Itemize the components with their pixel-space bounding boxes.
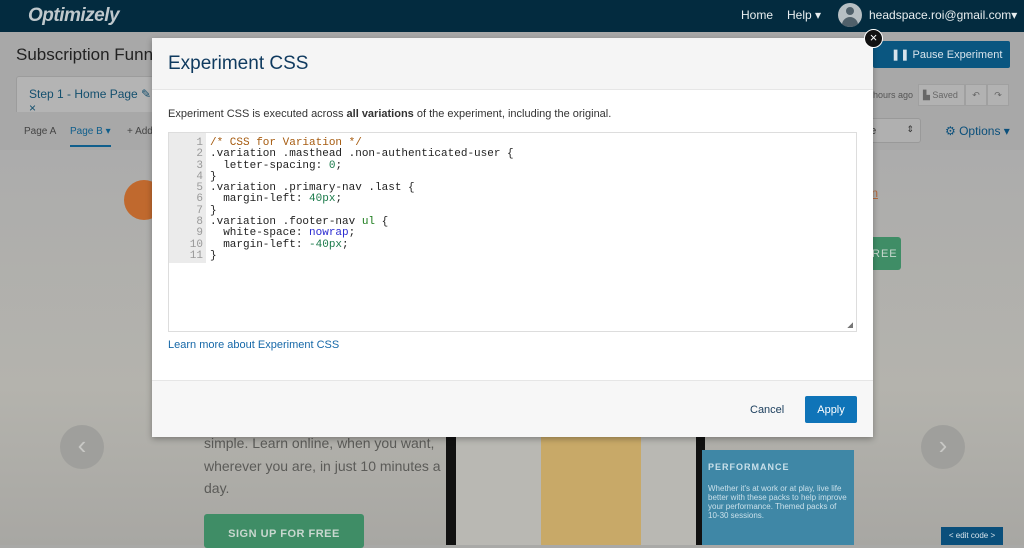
help-menu[interactable]: Help ▾ bbox=[787, 8, 821, 22]
optimizely-logo[interactable]: Optimizely bbox=[28, 5, 120, 27]
performance-title: PERFORMANCE bbox=[708, 462, 790, 472]
signup-button[interactable]: SIGN UP FOR FREE bbox=[204, 514, 364, 548]
home-link[interactable]: Home bbox=[741, 8, 773, 22]
apply-button[interactable]: Apply bbox=[805, 396, 857, 423]
performance-text: Whether it's at work or at play, live li… bbox=[708, 484, 847, 520]
tab-page-a[interactable]: Page A bbox=[24, 126, 56, 137]
tab-step-1[interactable]: Step 1 - Home Page ✎ × bbox=[16, 76, 156, 115]
last-saved-text: hours ago bbox=[873, 90, 914, 100]
dialog-title: Experiment CSS bbox=[168, 53, 309, 74]
avatar[interactable] bbox=[838, 3, 862, 27]
dialog-description: Experiment CSS is executed across all va… bbox=[168, 108, 612, 120]
learn-more-link[interactable]: Learn more about Experiment CSS bbox=[168, 339, 339, 351]
device-image bbox=[446, 437, 705, 545]
select-arrows-icon: ⇕ bbox=[906, 124, 914, 134]
experiment-title: Subscription Funne bbox=[16, 45, 163, 64]
close-icon[interactable]: × bbox=[864, 29, 883, 48]
user-menu[interactable]: headspace.roi@gmail.com▾ bbox=[869, 8, 1017, 22]
cancel-button[interactable]: Cancel bbox=[750, 404, 784, 416]
carousel-next-button[interactable]: › bbox=[921, 425, 965, 469]
css-code-editor[interactable]: 1 2 3 4 5 6 7 8 9 10 11 /* CSS for Varia… bbox=[168, 132, 857, 332]
pause-experiment-button[interactable]: ❚❚ Pause Experiment bbox=[873, 41, 1010, 68]
options-menu[interactable]: ⚙ Options ▾ bbox=[945, 124, 1010, 138]
hero-text: simple. Learn online, when you want, whe… bbox=[204, 435, 441, 496]
edit-code-button[interactable]: < edit code > bbox=[941, 527, 1003, 545]
carousel-prev-button[interactable]: ‹ bbox=[60, 425, 104, 469]
line-numbers: 1 2 3 4 5 6 7 8 9 10 11 bbox=[169, 133, 206, 263]
top-navbar: Optimizely Home Help ▾ headspace.roi@gma… bbox=[0, 0, 1024, 32]
performance-card: PERFORMANCE Whether it's at work or at pl… bbox=[702, 450, 854, 545]
save-icon: ▙ bbox=[923, 90, 933, 100]
undo-button[interactable]: ↶ bbox=[965, 84, 987, 106]
add-page-button[interactable]: + Add bbox=[127, 126, 153, 137]
code-content[interactable]: /* CSS for Variation */ .variation .mast… bbox=[210, 137, 514, 262]
tab-page-b[interactable]: Page B ▾ bbox=[70, 126, 111, 147]
resize-handle[interactable] bbox=[847, 322, 853, 328]
redo-button[interactable]: ↷ bbox=[987, 84, 1009, 106]
experiment-css-dialog: Experiment CSS Experiment CSS is execute… bbox=[152, 38, 873, 437]
saved-button[interactable]: ▙ Saved bbox=[918, 84, 965, 106]
